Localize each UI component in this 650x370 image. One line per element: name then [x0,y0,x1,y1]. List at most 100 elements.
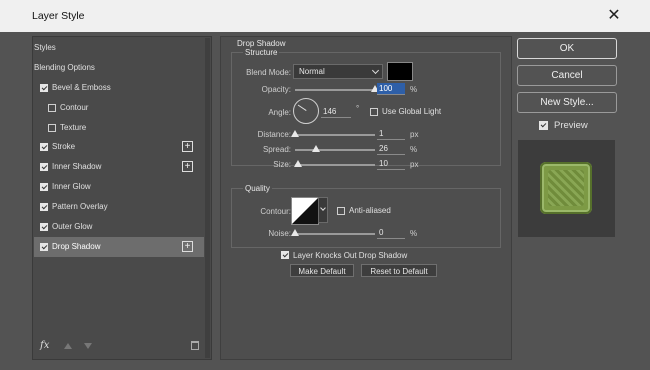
opacity-unit: % [410,85,418,94]
trash-icon[interactable] [191,341,199,350]
contour-label: Contour: [260,207,291,216]
size-slider[interactable] [295,164,375,166]
chevron-down-icon [371,66,380,75]
style-item-label: Stroke [52,142,76,152]
noise-slider[interactable] [295,233,375,235]
style-item-label: Contour [60,102,89,112]
make-default-button[interactable]: Make Default [290,264,354,277]
distance-unit: px [410,130,419,139]
use-global-light-checkbox[interactable] [370,108,378,116]
style-item-label: Inner Glow [52,182,91,192]
move-up-icon[interactable] [64,343,72,349]
style-item-outer-glow[interactable]: Outer Glow [34,217,204,237]
drop-shadow-settings: Drop Shadow Structure Blend Mode: Normal… [220,36,512,360]
styles-list-footer: fx [33,335,211,359]
style-item-label: Styles [34,43,56,52]
size-slider-thumb[interactable] [294,160,303,167]
style-item-checkbox[interactable] [40,83,48,92]
knocks-out-label: Layer Knocks Out Drop Shadow [293,251,408,260]
style-item-checkbox[interactable] [40,163,48,172]
style-item-bevel-emboss[interactable]: Bevel & Emboss [34,78,204,98]
knocks-out-checkbox[interactable] [281,251,289,259]
style-item-contour[interactable]: Contour [34,98,204,118]
style-item-inner-shadow[interactable]: Inner Shadow + [34,157,204,177]
use-global-light-label: Use Global Light [382,107,442,116]
add-effect-icon[interactable]: + [182,240,193,252]
style-item-checkbox[interactable] [40,183,48,192]
cancel-button[interactable]: Cancel [517,65,617,86]
noise-slider-thumb[interactable] [291,229,299,236]
style-item-stroke[interactable]: Stroke + [34,137,204,157]
style-item-label: Drop Shadow [52,241,101,251]
style-item-checkbox[interactable] [40,242,48,251]
layer-style-dialog: Layer Style ✕ Styles Blending Options Beve… [0,0,650,370]
size-label: Size: [273,160,291,169]
style-item-checkbox[interactable] [40,203,48,212]
preview-checkbox[interactable] [539,121,548,130]
window-title: Layer Style [32,10,85,22]
size-unit: px [410,160,419,169]
style-item-pattern-overlay[interactable]: Pattern Overlay [34,197,204,217]
opacity-label: Opacity: [261,85,291,94]
style-item-label: Texture [60,122,87,132]
quality-title: Quality [243,184,272,193]
style-item-checkbox[interactable] [48,123,56,132]
blend-mode-label: Blend Mode: [246,68,291,77]
blend-mode-value: Normal [299,67,325,76]
style-item-checkbox[interactable] [40,143,48,152]
noise-input[interactable]: 0 [377,227,405,239]
noise-unit: % [410,229,418,238]
spread-label: Spread: [262,145,291,154]
style-item-label: Bevel & Emboss [52,82,111,92]
style-item-texture[interactable]: Texture [34,118,204,138]
style-preview [518,140,615,237]
contour-curve-icon [292,198,318,224]
anti-aliased-label: Anti-aliased [349,206,391,215]
new-style-button[interactable]: New Style... [517,92,617,113]
fx-icon[interactable]: fx [40,340,49,351]
style-item-inner-glow[interactable]: Inner Glow [34,177,204,197]
style-item-drop-shadow[interactable]: Drop Shadow + [34,236,204,257]
size-input[interactable]: 10 [377,158,405,170]
style-item-checkbox[interactable] [48,103,56,112]
quality-group [231,188,501,248]
style-item-label: Outer Glow [52,222,93,232]
section-title: Drop Shadow [237,39,286,48]
add-effect-icon[interactable]: + [182,141,193,153]
move-down-icon[interactable] [84,343,92,349]
reset-to-default-button[interactable]: Reset to Default [361,264,437,277]
styles-list-scrollbar[interactable] [205,38,210,358]
style-item-checkbox[interactable] [40,223,48,232]
add-effect-icon[interactable]: + [182,161,193,173]
preview-thumbnail [540,162,592,214]
noise-label: Noise: [268,229,291,238]
angle-needle [297,104,307,111]
spread-unit: % [410,145,418,154]
angle-dial[interactable] [293,98,319,124]
close-icon[interactable]: ✕ [604,6,624,26]
opacity-input[interactable]: 100 [377,83,405,95]
structure-title: Structure [243,48,280,57]
ok-button[interactable]: OK [517,38,617,59]
distance-slider[interactable] [295,134,375,136]
style-item-styles[interactable]: Styles [34,38,204,58]
style-item-blending-options[interactable]: Blending Options [34,58,204,78]
opacity-slider[interactable] [295,89,375,91]
angle-input[interactable]: 146 [321,106,351,118]
shadow-color-swatch[interactable] [387,62,413,81]
blend-mode-select[interactable]: Normal [293,64,383,79]
anti-aliased-checkbox[interactable] [337,207,345,215]
title-bar: Layer Style ✕ [0,0,650,32]
style-item-label: Inner Shadow [52,162,102,172]
style-item-label: Pattern Overlay [52,202,108,212]
spread-input[interactable]: 26 [377,143,405,155]
distance-slider-thumb[interactable] [291,130,299,137]
contour-preview[interactable] [291,197,319,225]
spread-slider[interactable] [295,149,375,151]
spread-slider-thumb[interactable] [311,145,320,152]
preview-label: Preview [554,120,588,131]
distance-input[interactable]: 1 [377,128,405,140]
styles-list-panel: Styles Blending Options Bevel & Emboss Cont… [32,36,212,360]
degree-unit: ° [356,104,360,113]
contour-dropdown-button[interactable] [318,197,328,223]
